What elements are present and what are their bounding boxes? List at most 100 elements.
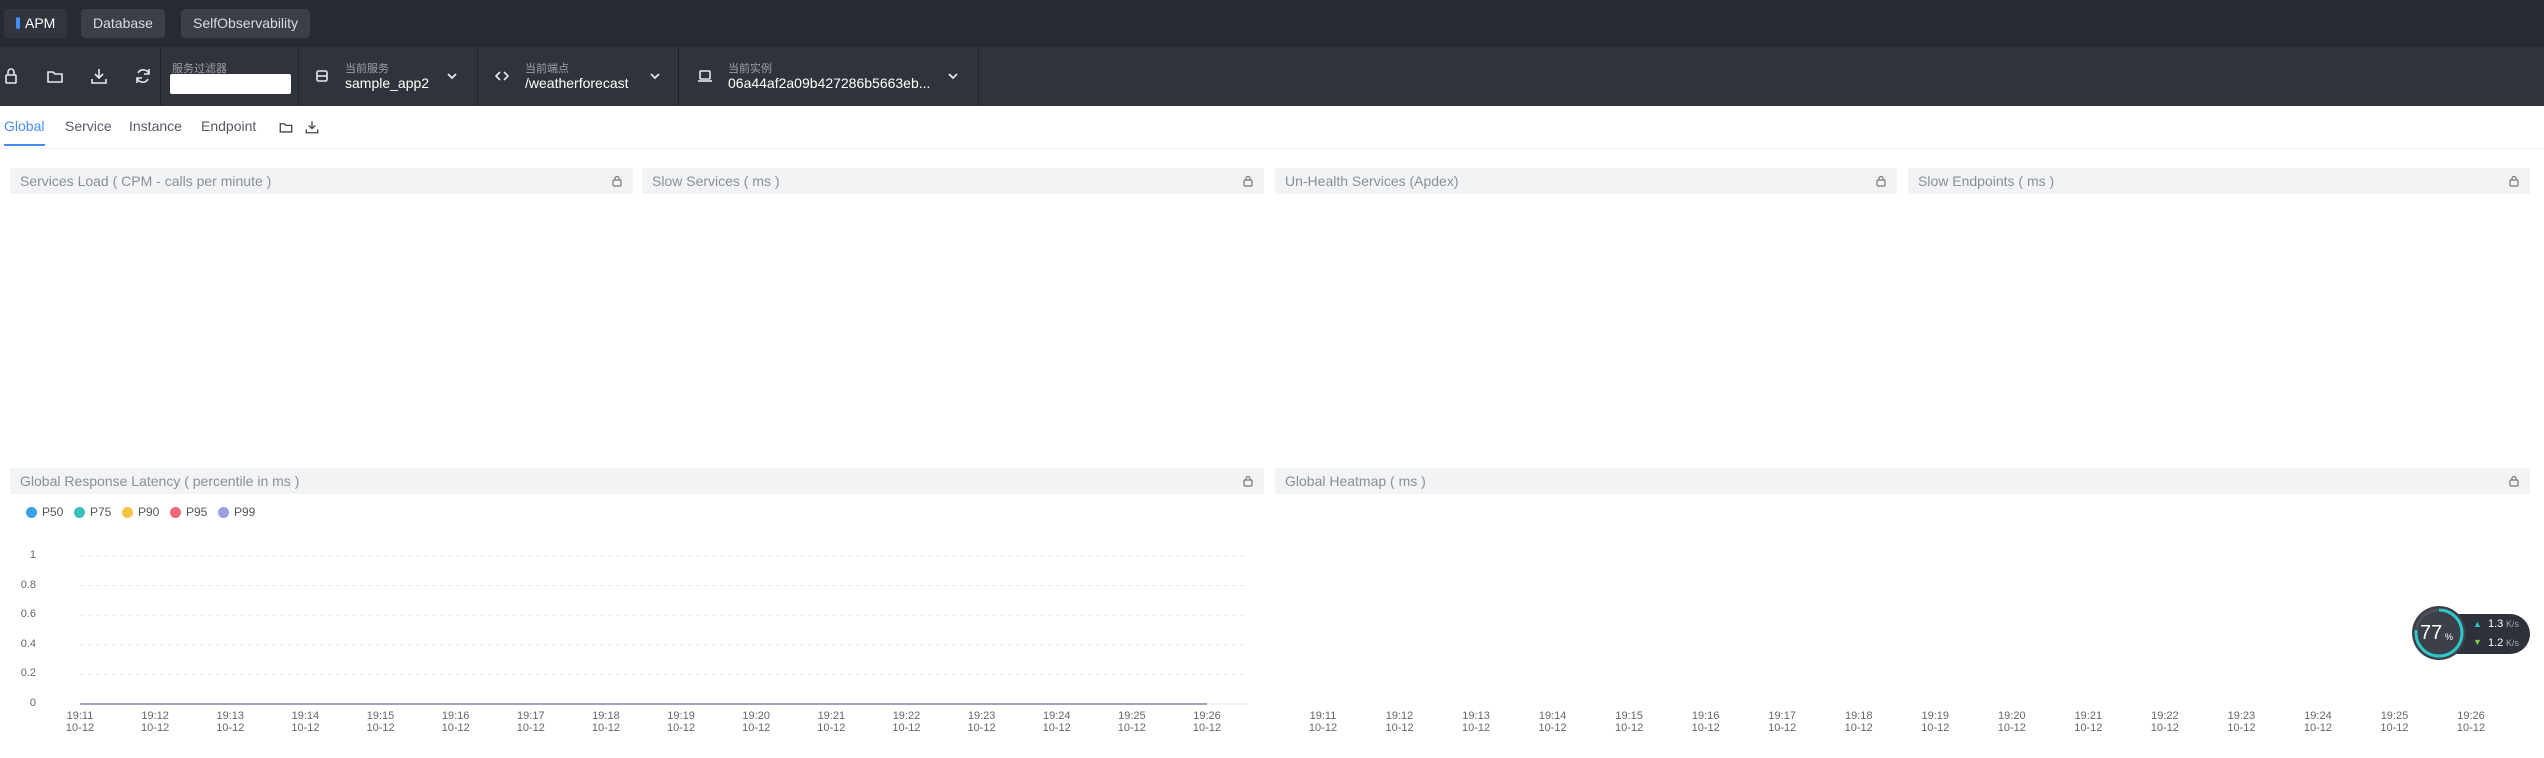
- x-tick-time: 19:22: [2151, 710, 2179, 722]
- x-tick-date: 10-12: [1192, 722, 1222, 734]
- x-tick-date: 10-12: [2074, 722, 2103, 734]
- legend-item-p50[interactable]: P50: [26, 505, 63, 519]
- x-tick-label: 19:25 10-12: [1112, 710, 1152, 734]
- x-tick-date: 10-12: [1921, 722, 1950, 734]
- x-tick-time: 19:21: [817, 710, 846, 722]
- chevron-down-icon: [447, 73, 457, 80]
- heatmap-x-tick-label: 19:25 10-12: [2374, 710, 2414, 734]
- x-tick-date: 10-12: [141, 722, 170, 734]
- tab-service[interactable]: Service: [65, 118, 112, 134]
- download-icon[interactable]: [303, 118, 321, 136]
- x-tick-time: 19:18: [592, 710, 620, 722]
- active-tab-underline: [4, 144, 45, 146]
- x-tick-date: 10-12: [2150, 722, 2179, 734]
- download-icon[interactable]: [88, 65, 110, 87]
- x-tick-time: 19:11: [1309, 710, 1337, 722]
- legend-item-p90[interactable]: P90: [122, 505, 159, 519]
- x-tick-date: 10-12: [666, 722, 696, 734]
- heatmap-x-tick-label: 19:16 10-12: [1686, 710, 1726, 734]
- legend-swatch: [170, 507, 181, 518]
- refresh-icon[interactable]: [132, 65, 154, 87]
- lock-icon[interactable]: [0, 65, 22, 87]
- heatmap-x-tick-label: 19:18 10-12: [1839, 710, 1879, 734]
- legend-item-p95[interactable]: P95: [170, 505, 207, 519]
- heatmap-x-tick-label: 19:14 10-12: [1533, 710, 1573, 734]
- nav-tab-label: SelfObservability: [193, 15, 299, 31]
- heatmap-x-tick-label: 19:13 10-12: [1456, 710, 1496, 734]
- panel-title: Global Response Latency ( percentile in …: [20, 473, 300, 489]
- code-icon: [494, 71, 510, 81]
- laptop-icon: [698, 70, 712, 82]
- x-tick-date: 10-12: [291, 722, 320, 734]
- current-service-label: 当前服务: [345, 63, 389, 75]
- current-instance-label: 当前实例: [728, 63, 772, 75]
- folder-icon[interactable]: [277, 118, 295, 136]
- x-tick-date: 10-12: [2227, 722, 2256, 734]
- current-service-value: sample_app2: [345, 75, 430, 91]
- legend-label: P95: [186, 505, 208, 519]
- x-tick-time: 19:17: [1768, 710, 1796, 722]
- tab-instance[interactable]: Instance: [129, 118, 182, 134]
- service-filter-input[interactable]: [170, 74, 291, 94]
- x-tick-date: 10-12: [441, 722, 470, 734]
- x-tick-time: 19:21: [2074, 710, 2103, 722]
- x-tick-date: 10-12: [1844, 722, 1873, 734]
- x-tick-label: 19:15 10-12: [361, 710, 401, 734]
- active-indicator: [16, 17, 20, 29]
- lock-icon[interactable]: [1875, 175, 1887, 187]
- nav-tab-apm[interactable]: APM: [4, 9, 68, 38]
- dashboard-tabs: Global Service Instance Endpoint: [0, 106, 2544, 149]
- download-arrow-icon: ▼: [2473, 637, 2482, 647]
- legend-item-p75[interactable]: P75: [74, 505, 111, 519]
- x-tick-date: 10-12: [216, 722, 245, 734]
- divider: [678, 47, 679, 106]
- x-tick-date: 10-12: [892, 722, 921, 734]
- x-tick-date: 10-12: [2303, 722, 2332, 734]
- x-tick-label: 19:24 10-12: [1037, 710, 1077, 734]
- x-tick-time: 19:16: [1691, 710, 1720, 722]
- lock-icon[interactable]: [1242, 175, 1254, 187]
- x-tick-date: 10-12: [65, 722, 95, 734]
- panel-global-latency: Global Response Latency ( percentile in …: [10, 468, 1264, 494]
- panel-global-heatmap: Global Heatmap ( ms ): [1275, 468, 2530, 494]
- nav-tab-selfobservability[interactable]: SelfObservability: [181, 9, 311, 38]
- top-nav: APM Database SelfObservability: [0, 0, 2544, 47]
- panel-title: Un-Health Services (Apdex): [1285, 173, 1459, 189]
- legend-swatch: [74, 507, 85, 518]
- heatmap-x-tick-label: 19:19 10-12: [1915, 710, 1955, 734]
- lock-icon[interactable]: [1242, 475, 1254, 487]
- folder-icon[interactable]: [44, 65, 66, 87]
- current-endpoint-value: /weatherforecast: [525, 75, 629, 91]
- tab-global[interactable]: Global: [4, 118, 44, 134]
- x-tick-date: 10-12: [1117, 722, 1146, 734]
- upload-arrow-icon: ▲: [2473, 619, 2482, 629]
- x-tick-time: 19:14: [291, 710, 320, 722]
- x-tick-time: 19:15: [366, 710, 395, 722]
- tab-endpoint[interactable]: Endpoint: [201, 118, 256, 134]
- panel-services-load: Services Load ( CPM - calls per minute ): [10, 168, 633, 194]
- x-tick-time: 19:11: [66, 710, 94, 722]
- network-monitor-widget[interactable]: 77 % ▲ 1.3 K/s ▼ 1.2 K/s: [2410, 604, 2530, 660]
- current-instance-value: 06a44af2a09b427286b5663eb...: [728, 75, 931, 91]
- legend-swatch: [218, 507, 229, 518]
- x-tick-time: 19:24: [1042, 710, 1071, 722]
- panel-title: Slow Services ( ms ): [652, 173, 780, 189]
- nav-tab-database[interactable]: Database: [81, 9, 165, 38]
- legend-swatch: [26, 507, 37, 518]
- x-tick-date: 10-12: [1615, 722, 1644, 734]
- x-tick-date: 10-12: [817, 722, 846, 734]
- x-tick-time: 19:26: [2457, 710, 2485, 722]
- divider: [160, 47, 161, 106]
- x-tick-time: 19:13: [216, 710, 245, 722]
- legend-item-p99[interactable]: P99: [218, 505, 255, 519]
- lock-icon[interactable]: [2508, 475, 2520, 487]
- lock-icon[interactable]: [611, 175, 623, 187]
- x-tick-time: 19:17: [517, 710, 545, 722]
- x-tick-date: 10-12: [2380, 722, 2409, 734]
- x-tick-time: 19:25: [2380, 710, 2409, 722]
- heatmap-x-tick-label: 19:12 10-12: [1380, 710, 1420, 734]
- x-tick-date: 10-12: [1538, 722, 1567, 734]
- download-rate-unit: K/s: [2506, 638, 2520, 648]
- x-tick-label: 19:11 10-12: [60, 710, 100, 734]
- lock-icon[interactable]: [2508, 175, 2520, 187]
